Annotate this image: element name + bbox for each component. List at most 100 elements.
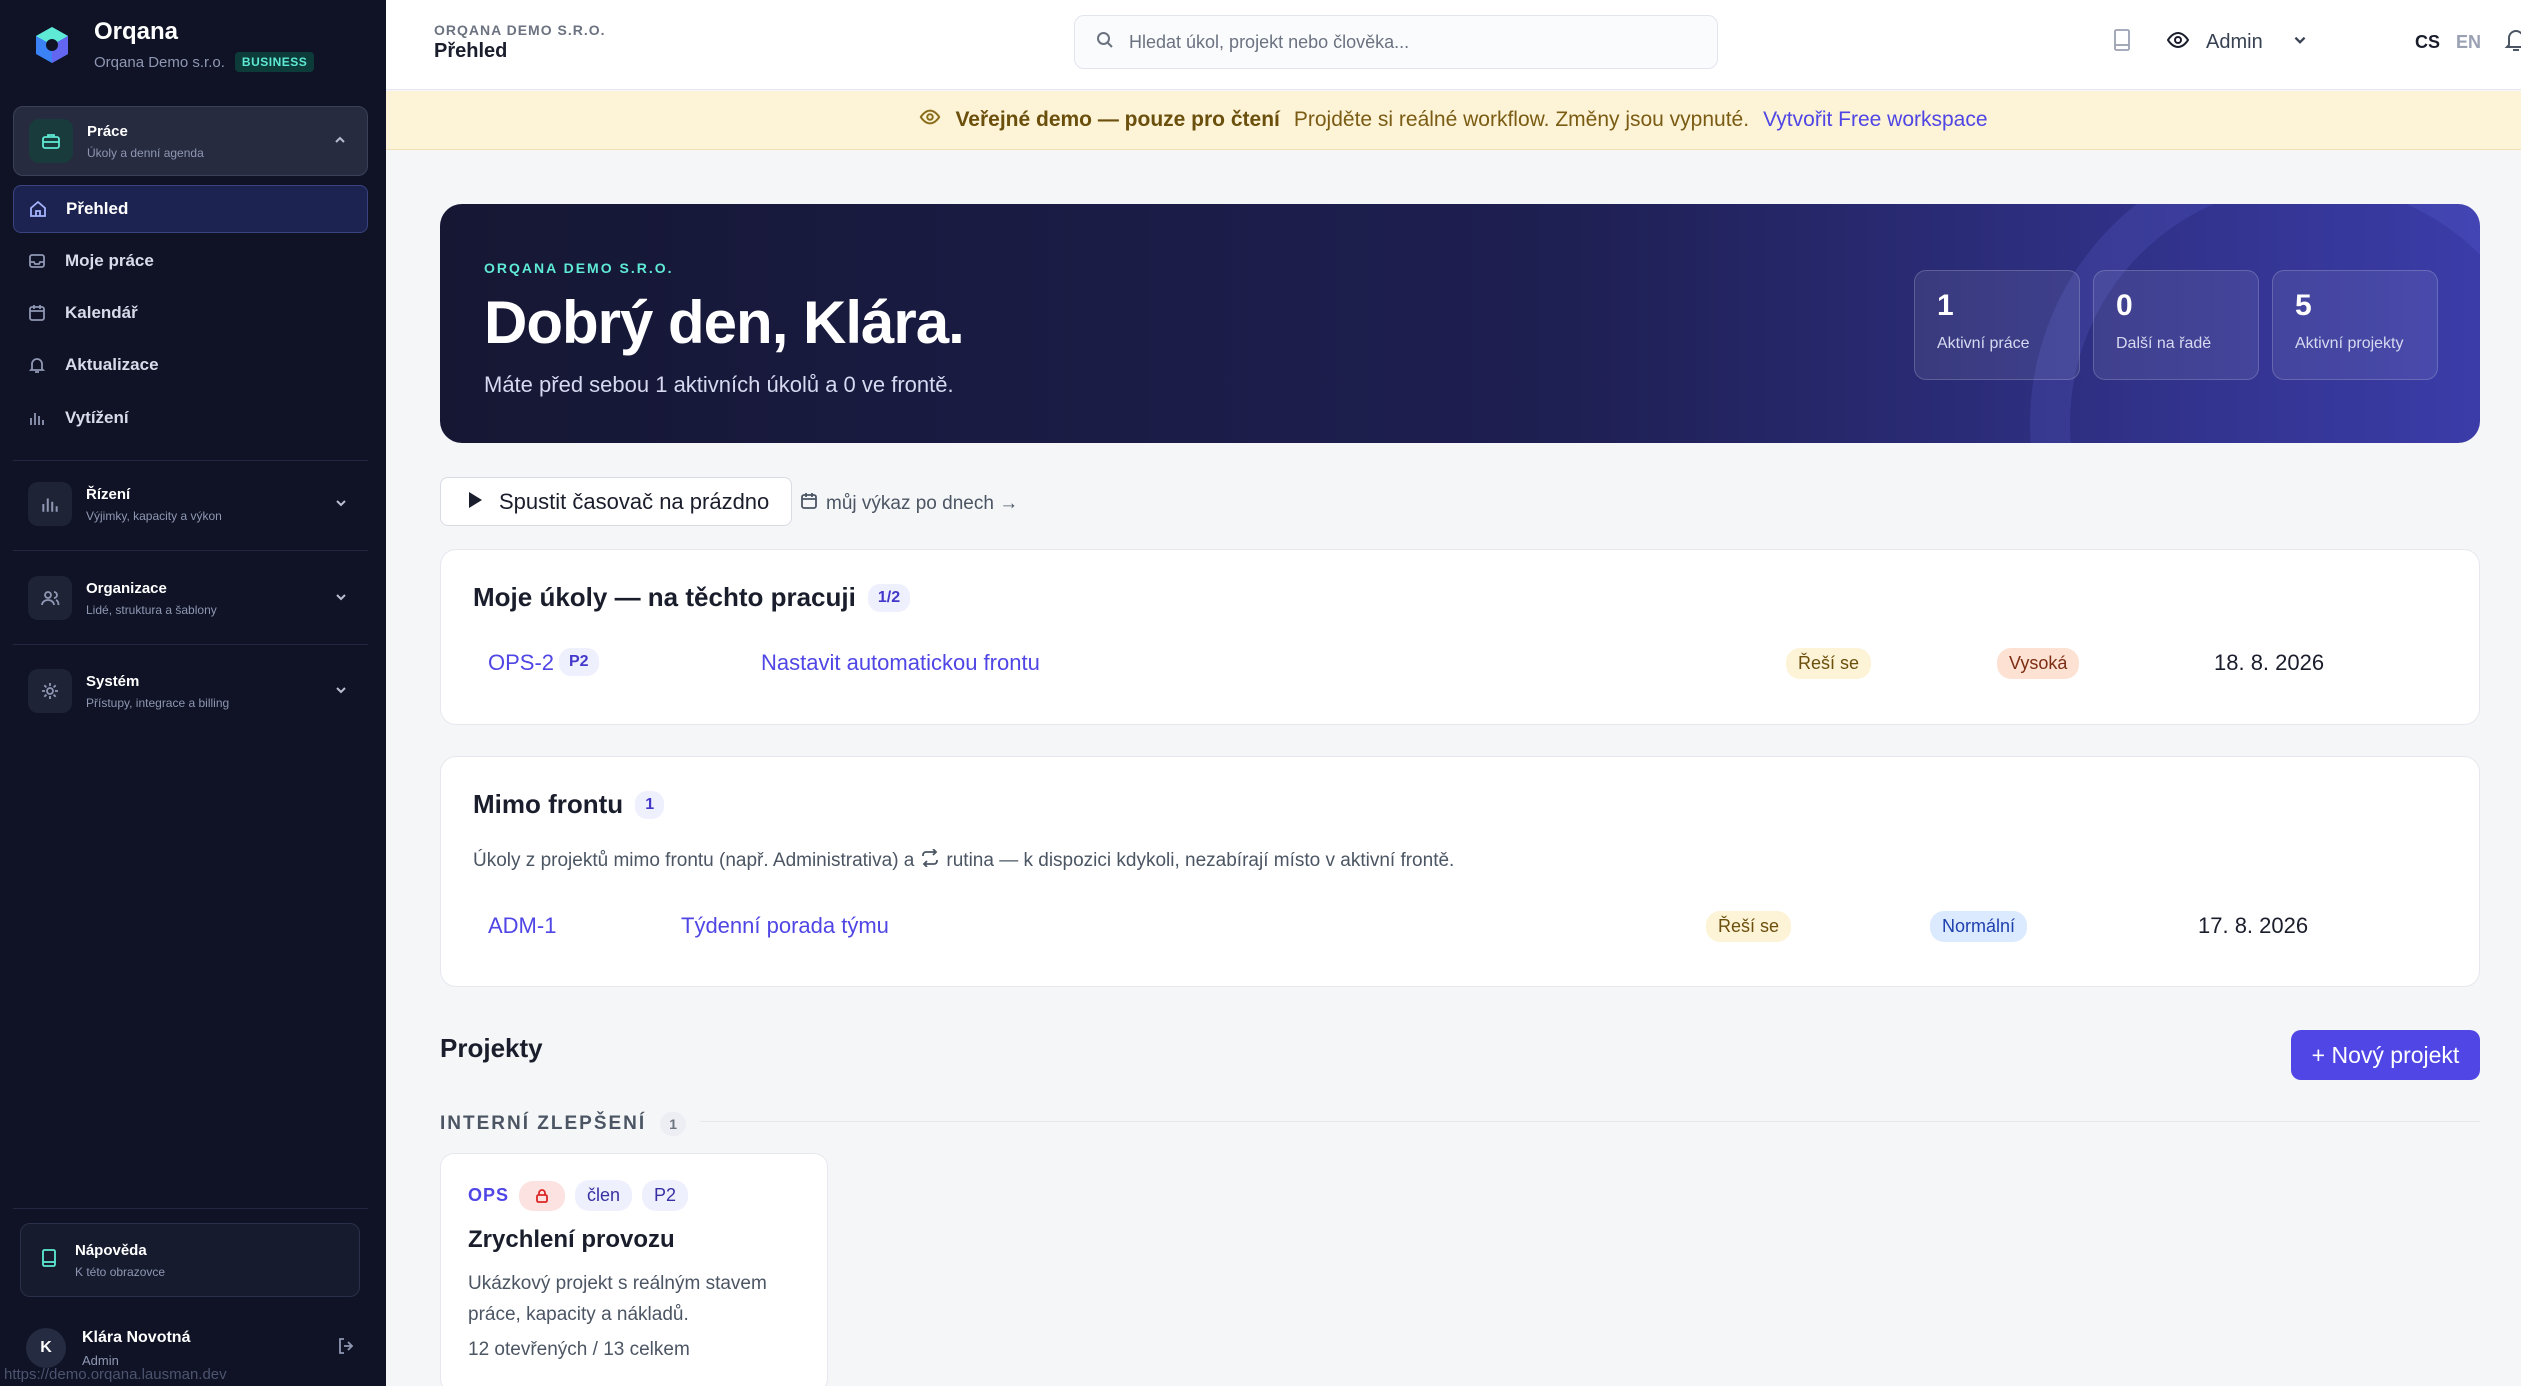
section-subtitle: Lidé, struktura a šablony bbox=[86, 602, 217, 617]
eye-icon bbox=[2166, 28, 2190, 57]
task-name[interactable]: Nastavit automatickou frontu bbox=[761, 650, 1040, 676]
breadcrumb-org: ORQANA DEMO S.R.O. bbox=[434, 22, 606, 38]
chevron-up-icon bbox=[325, 133, 355, 150]
demo-banner: Veřejné demo — pouze pro čtení Projděte … bbox=[386, 91, 2521, 150]
home-icon bbox=[28, 200, 48, 218]
search-box[interactable] bbox=[1074, 15, 1718, 69]
projects-heading: Projekty bbox=[440, 1033, 543, 1063]
book-icon[interactable] bbox=[2111, 28, 2133, 57]
section-title: Organizace bbox=[86, 579, 167, 597]
users-icon bbox=[28, 576, 72, 620]
status-badge: Řeší se bbox=[1706, 911, 1792, 942]
eye-icon bbox=[919, 106, 941, 134]
sidebar: Orqana Orqana Demo s.r.o. BUSINESS Práce… bbox=[0, 0, 386, 1386]
project-name[interactable]: Zrychlení provozu bbox=[468, 1226, 675, 1254]
note-text: rutina — k dispozici kdykoli, nezabírají… bbox=[946, 850, 1455, 871]
bell-icon bbox=[27, 356, 47, 374]
orqana-logo-icon bbox=[36, 27, 68, 63]
task-name[interactable]: Týdenní porada týmu bbox=[681, 913, 889, 939]
section-rizeni[interactable]: Řízení Výjimky, kapacity a výkon bbox=[13, 469, 368, 539]
my-tasks-card: Moje úkoly — na těchto pracuji 1/2 OPS-2… bbox=[440, 549, 2480, 725]
new-project-button[interactable]: + Nový projekt bbox=[2291, 1030, 2480, 1080]
chevron-down-icon bbox=[326, 590, 356, 607]
stat-label: Aktivní práce bbox=[1937, 335, 2030, 352]
repeat-icon bbox=[920, 848, 940, 873]
start-timer-label: Spustit časovač na prázdno bbox=[499, 488, 770, 514]
section-title: Práce bbox=[87, 122, 128, 140]
project-key: OPS bbox=[468, 1185, 510, 1205]
status-badge: Řeší se bbox=[1786, 648, 1872, 679]
nav-moje-prace[interactable]: Moje práce bbox=[13, 237, 368, 285]
lang-cs-button[interactable]: CS bbox=[2415, 32, 2440, 53]
divider bbox=[13, 550, 368, 551]
project-stats: 12 otevřených / 13 celkem bbox=[468, 1339, 690, 1360]
search-input[interactable] bbox=[1129, 31, 1709, 53]
nav-vytizeni[interactable]: Vytížení bbox=[13, 394, 368, 442]
nav-label: Kalendář bbox=[65, 303, 138, 322]
bar-chart-icon bbox=[28, 482, 72, 526]
help-title: Nápověda bbox=[75, 1241, 147, 1259]
notifications-bell-icon[interactable] bbox=[2504, 27, 2521, 58]
stat-next-in-line[interactable]: 0 Další na řadě bbox=[2093, 270, 2259, 380]
role-select-value: Admin bbox=[2206, 30, 2263, 53]
section-system[interactable]: Systém Přístupy, integrace a billing bbox=[13, 656, 368, 726]
count-badge: 1/2 bbox=[867, 583, 911, 612]
avatar: K bbox=[26, 1328, 66, 1368]
divider bbox=[13, 644, 368, 645]
org-name: Orqana Demo s.r.o. bbox=[94, 53, 225, 71]
priority-code-badge: P2 bbox=[642, 1180, 689, 1211]
section-subtitle: Úkoly a denní agenda bbox=[87, 145, 204, 160]
task-key[interactable]: ADM-1 bbox=[488, 913, 556, 939]
task-key[interactable]: OPS-2 bbox=[488, 650, 554, 676]
group-name: INTERNÍ ZLEPŠENÍ bbox=[440, 1113, 647, 1134]
section-prace[interactable]: Práce Úkoly a denní agenda bbox=[13, 106, 368, 176]
stat-value: 5 bbox=[2295, 289, 2312, 322]
stat-active-projects[interactable]: 5 Aktivní projekty bbox=[2272, 270, 2438, 380]
task-row[interactable]: OPS-2 P2 Nastavit automatickou frontu Ře… bbox=[441, 646, 2479, 686]
nav-kalendar[interactable]: Kalendář bbox=[13, 289, 368, 337]
nav-prehled[interactable]: Přehled bbox=[13, 185, 368, 233]
section-title: Řízení bbox=[86, 485, 131, 503]
welcome-hero: ORQANA DEMO S.R.O. Dobrý den, Klára. Mát… bbox=[440, 204, 2480, 443]
divider bbox=[700, 1121, 2480, 1122]
daily-report-link[interactable]: můj výkaz po dnech → bbox=[800, 492, 1018, 516]
brand[interactable]: Orqana Orqana Demo s.r.o. BUSINESS bbox=[32, 18, 315, 72]
section-subtitle: Výjimky, kapacity a výkon bbox=[86, 508, 222, 523]
due-date: 18. 8. 2026 bbox=[2214, 650, 2325, 675]
note-text: Úkoly z projektů mimo frontu (např. Admi… bbox=[473, 850, 915, 871]
project-card[interactable]: OPS člen P2 Zrychlení provozu Ukázkový p… bbox=[440, 1153, 828, 1386]
stat-label: Další na řadě bbox=[2116, 335, 2212, 352]
lang-en-button[interactable]: EN bbox=[2456, 32, 2481, 53]
stat-active-work[interactable]: 1 Aktivní práce bbox=[1914, 270, 2080, 380]
nav-aktualizace[interactable]: Aktualizace bbox=[13, 341, 368, 389]
section-organizace[interactable]: Organizace Lidé, struktura a šablony bbox=[13, 563, 368, 633]
create-workspace-link[interactable]: Vytvořit Free workspace bbox=[1763, 108, 1987, 132]
chevron-down-icon bbox=[326, 683, 356, 700]
off-queue-note: Úkoly z projektů mimo frontu (např. Admi… bbox=[473, 848, 1455, 873]
hero-org: ORQANA DEMO S.R.O. bbox=[484, 260, 674, 276]
card-title: Moje úkoly — na těchto pracuji bbox=[473, 582, 856, 612]
daily-report-label: můj výkaz po dnech → bbox=[826, 493, 1019, 514]
bar-chart-icon bbox=[27, 409, 47, 427]
stat-value: 0 bbox=[2116, 289, 2133, 322]
section-subtitle: Přístupy, integrace a billing bbox=[86, 695, 230, 710]
play-icon bbox=[467, 489, 483, 515]
due-date: 17. 8. 2026 bbox=[2198, 913, 2309, 938]
calendar-icon bbox=[800, 492, 818, 516]
lock-icon bbox=[519, 1180, 566, 1211]
start-timer-button[interactable]: Spustit časovač na prázdno bbox=[440, 477, 792, 526]
briefcase-icon bbox=[29, 119, 73, 163]
section-title: Systém bbox=[86, 672, 140, 690]
topbar: ORQANA DEMO S.R.O. Přehled Admin CS EN bbox=[386, 0, 2521, 90]
chevron-down-icon bbox=[326, 496, 356, 513]
role-select[interactable]: Admin bbox=[2196, 22, 2318, 62]
nav-label: Aktualizace bbox=[65, 355, 159, 374]
logout-icon[interactable] bbox=[336, 1336, 356, 1361]
priority-badge: Normální bbox=[1930, 911, 2028, 942]
plan-badge: BUSINESS bbox=[234, 52, 315, 72]
task-row[interactable]: ADM-1 Týdenní porada týmu Řeší se Normál… bbox=[441, 909, 2479, 949]
chevron-down-icon bbox=[2292, 31, 2308, 54]
book-icon bbox=[39, 1248, 59, 1273]
nav-label: Přehled bbox=[66, 199, 129, 218]
help-button[interactable]: Nápověda K této obrazovce bbox=[20, 1223, 360, 1297]
